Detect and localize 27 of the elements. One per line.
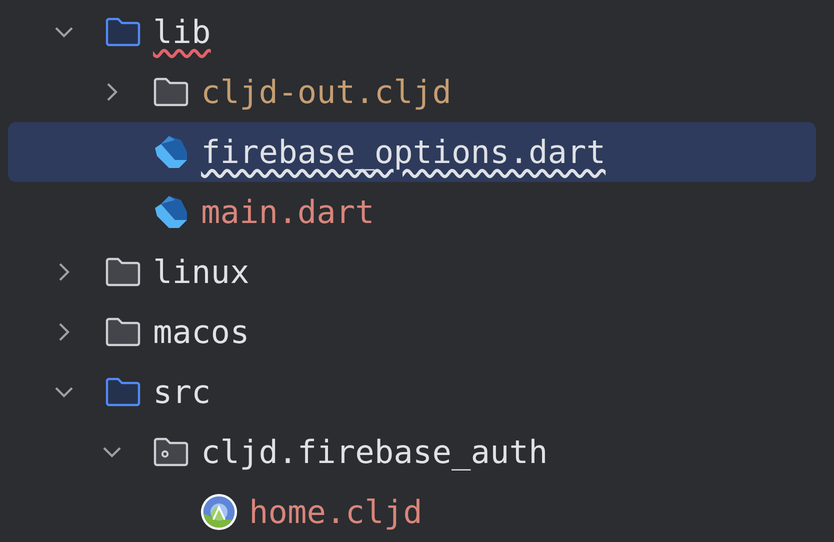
tree-item[interactable]: cljd-out.cljd	[8, 62, 816, 122]
tree-item[interactable]: home.cljd	[8, 482, 816, 542]
file-name: main.dart	[201, 192, 374, 232]
file-name: home.cljd	[249, 492, 422, 532]
folder-icon	[153, 77, 189, 107]
folder-name: cljd-out.cljd	[201, 72, 452, 112]
tree-item[interactable]: macos	[8, 302, 816, 362]
file-name: firebase_options.dart	[201, 132, 606, 172]
tree-item[interactable]: cljd.firebase_auth	[8, 422, 816, 482]
folder-name: src	[153, 372, 211, 412]
tree-item[interactable]: linux	[8, 242, 816, 302]
dart-file-icon	[153, 194, 189, 230]
folder-name: linux	[153, 252, 250, 292]
folder-icon	[105, 257, 141, 287]
tree-item[interactable]: main.dart	[8, 182, 816, 242]
folder-icon	[105, 317, 141, 347]
package-name: cljd.firebase_auth	[201, 432, 548, 472]
clojure-file-icon	[200, 492, 238, 532]
tree-item[interactable]: lib	[8, 2, 816, 62]
folder-name: lib	[153, 12, 211, 52]
dart-file-icon	[153, 134, 189, 170]
tree-item[interactable]: src	[8, 362, 816, 422]
folder-icon	[105, 377, 141, 407]
folder-name: macos	[153, 312, 250, 352]
package-folder-icon	[153, 437, 189, 467]
folder-icon	[105, 17, 141, 47]
tree-item[interactable]: firebase_options.dart	[8, 122, 816, 182]
